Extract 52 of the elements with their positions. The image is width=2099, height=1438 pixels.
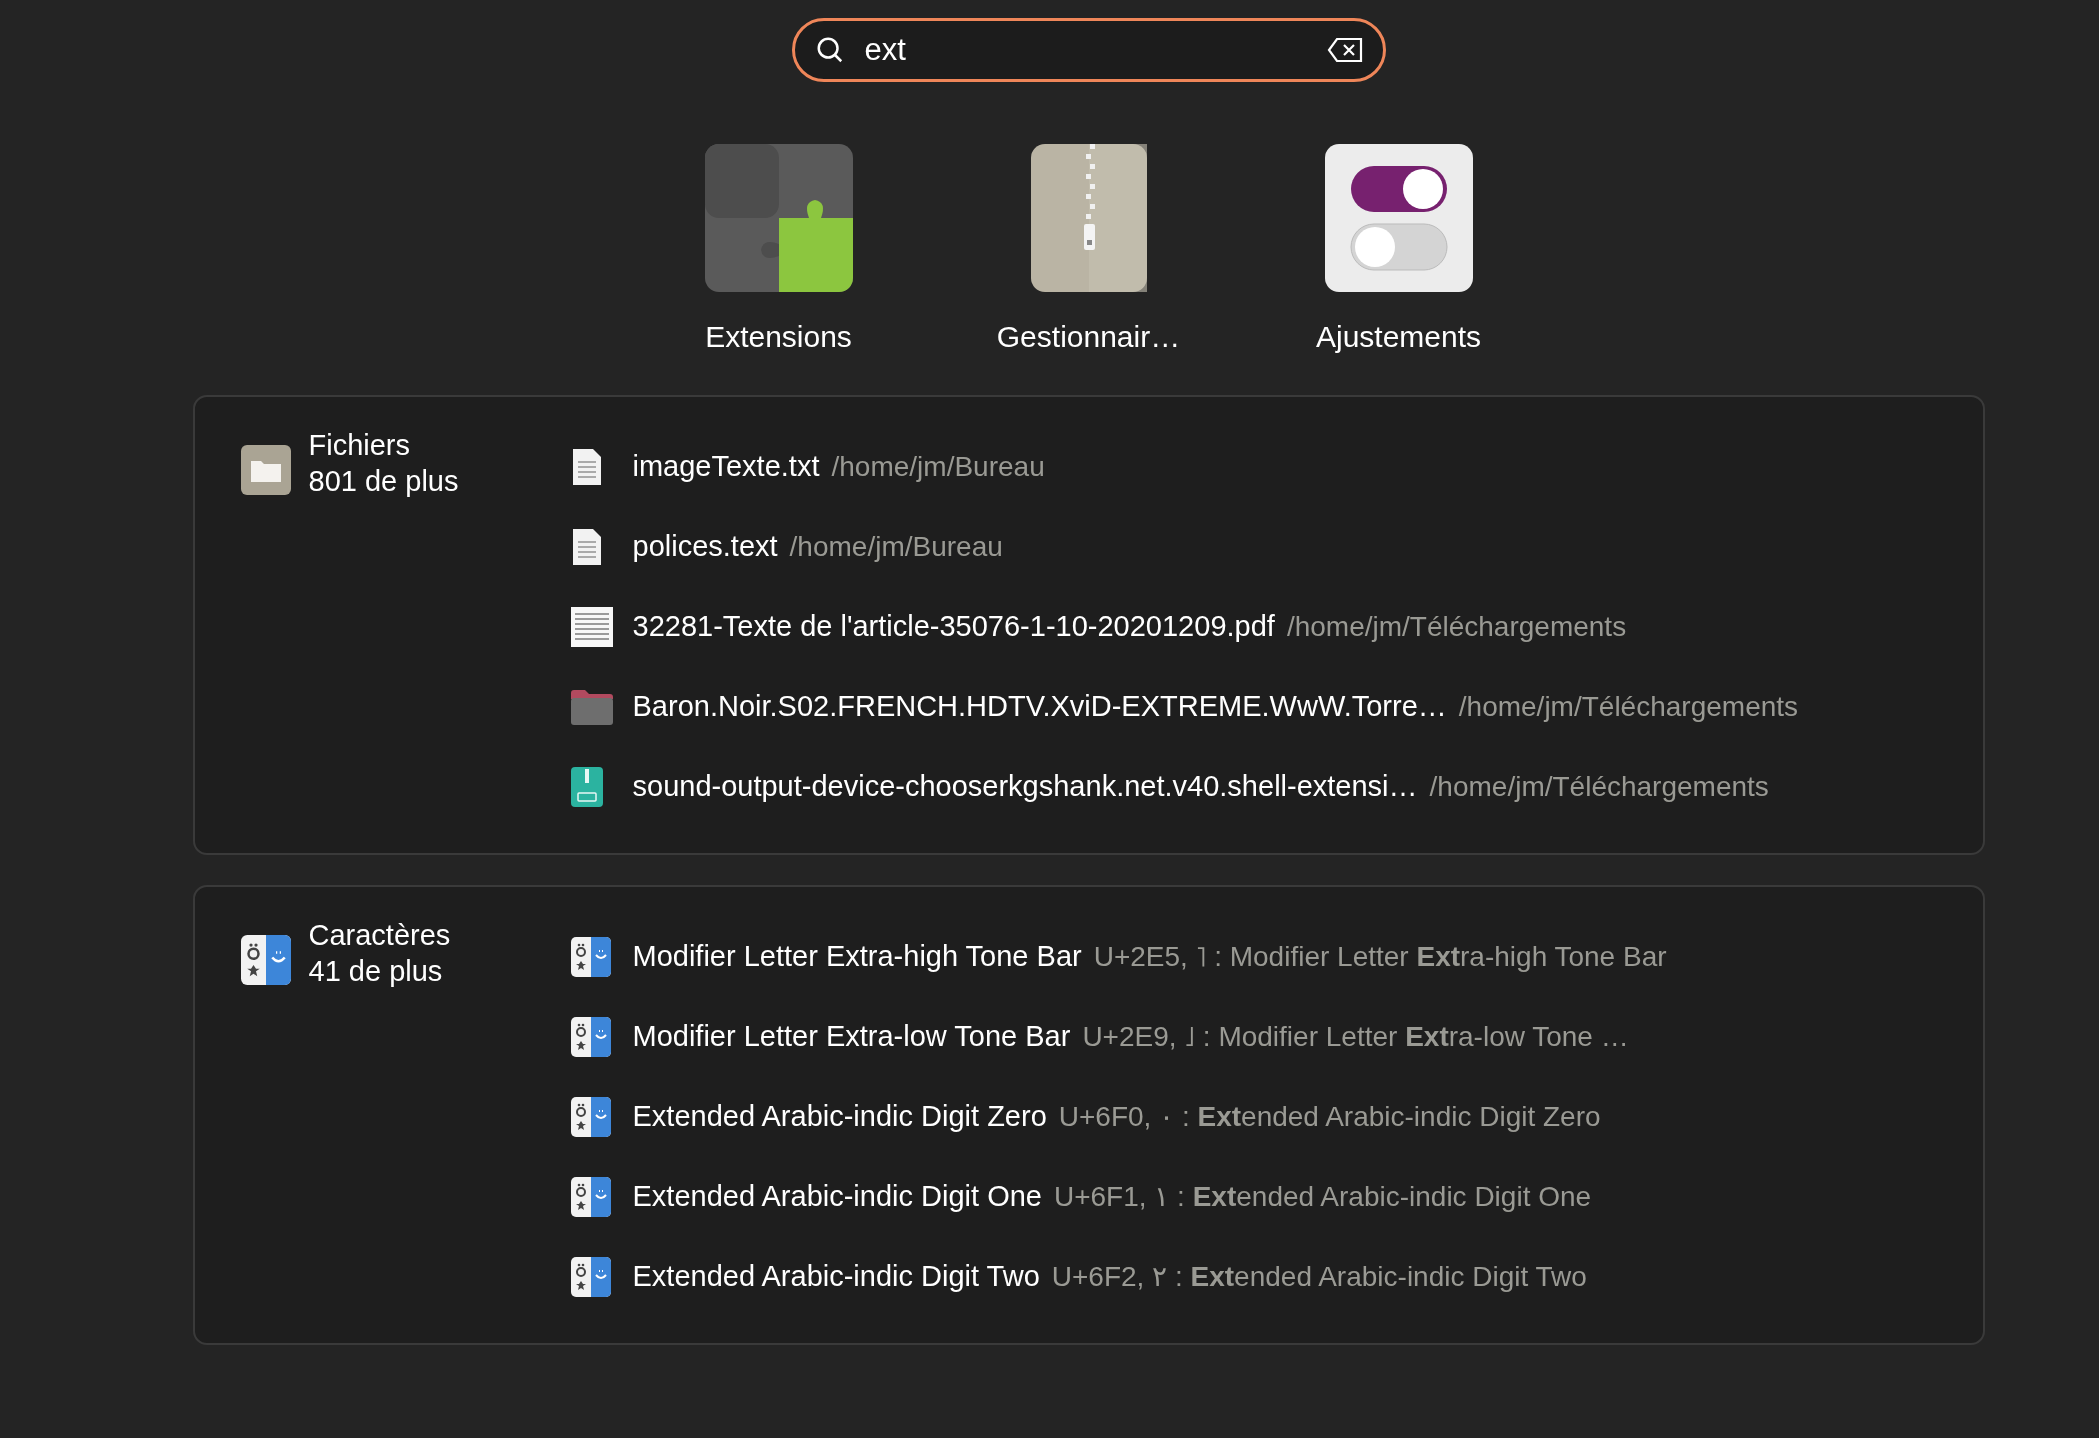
clear-icon[interactable]: [1326, 37, 1363, 63]
result-item[interactable]: 32281-Texte de l'article-35076-1-10-20201209.pdf /home/jm/Téléchargements: [570, 587, 1799, 667]
result-detail: /home/jm/Téléchargements: [1286, 610, 1627, 644]
result-detail: /home/jm/Bureau: [831, 450, 1045, 484]
character-map-icon: [570, 1257, 611, 1297]
provider-count: 801 de plus: [308, 464, 459, 499]
result-name: Baron.Noir.S02.FRENCH.HDTV.XviD-EXTREME.WwW.Torre…: [632, 689, 1447, 725]
app-tile[interactable]: Ajustements: [1263, 144, 1534, 359]
character-map-icon: [240, 935, 291, 985]
character-map-icon: [570, 1017, 611, 1057]
search-field[interactable]: ext: [791, 18, 1386, 82]
toggles-icon: [1324, 144, 1473, 292]
folder-icon: [570, 689, 613, 725]
result-name: Extended Arabic-indic Digit Two: [632, 1259, 1040, 1295]
folder-icon: [240, 445, 291, 495]
result-name: 32281-Texte de l'article-35076-1-10-20201209.pdf: [632, 609, 1275, 645]
text-file-icon: [570, 527, 603, 567]
puzzle-icon: [704, 144, 853, 292]
text-file-icon: [570, 447, 603, 487]
result-item[interactable]: Modifier Letter Extra-low Tone Bar U+2E9, ˩ : Modifier Letter Extra-low Tone …: [570, 997, 1667, 1077]
result-item[interactable]: Baron.Noir.S02.FRENCH.HDTV.XviD-EXTREME.WwW.Torre… /home/jm/Téléchargements: [570, 667, 1799, 747]
provider-title: Fichiers: [308, 428, 411, 463]
result-detail: U+2E5, ˥ : Modifier Letter Extra-high Tone Bar: [1093, 940, 1667, 974]
character-map-icon: [570, 1097, 611, 1137]
character-map-icon: [570, 937, 611, 977]
result-item[interactable]: sound-output-device-chooserkgshank.net.v40.shell-extensi… /home/jm/Téléchargements: [570, 747, 1799, 827]
result-name: Extended Arabic-indic Digit Zero: [632, 1099, 1047, 1135]
result-item[interactable]: Modifier Letter Extra-high Tone Bar U+2E5, ˥ : Modifier Letter Extra-high Tone Bar: [570, 917, 1667, 997]
result-name: sound-output-device-chooserkgshank.net.v40.shell-extensi…: [632, 769, 1418, 805]
app-label: Gestionnair…: [996, 319, 1181, 355]
character-map-icon: [570, 1177, 611, 1217]
app-label: Extensions: [705, 319, 852, 355]
result-detail: /home/jm/Téléchargements: [1458, 690, 1799, 724]
provider-count: 41 de plus: [308, 954, 444, 989]
app-tile[interactable]: Extensions: [643, 144, 914, 359]
result-name: Modifier Letter Extra-low Tone Bar: [632, 1019, 1071, 1055]
zip-archive-icon: [570, 767, 603, 807]
result-item[interactable]: polices.text /home/jm/Bureau: [570, 507, 1799, 587]
result-detail: /home/jm/Téléchargements: [1429, 770, 1769, 804]
result-name: Modifier Letter Extra-high Tone Bar: [632, 939, 1082, 975]
provider-title: Caractères: [308, 918, 451, 953]
result-detail: U+2E9, ˩ : Modifier Letter Extra-low Tone …: [1082, 1020, 1629, 1054]
result-detail: /home/jm/Bureau: [789, 530, 1003, 564]
search-input[interactable]: ext: [864, 26, 1307, 74]
result-name: imageTexte.txt: [632, 449, 820, 485]
archive-zipper-icon: [1030, 144, 1147, 292]
result-item[interactable]: imageTexte.txt /home/jm/Bureau: [570, 427, 1799, 507]
document-thumbnail-icon: [570, 607, 613, 647]
app-tile[interactable]: Gestionnair…: [953, 144, 1224, 359]
app-label: Ajustements: [1315, 319, 1482, 355]
result-name: Extended Arabic-indic Digit One: [632, 1179, 1042, 1215]
result-name: polices.text: [632, 529, 778, 565]
